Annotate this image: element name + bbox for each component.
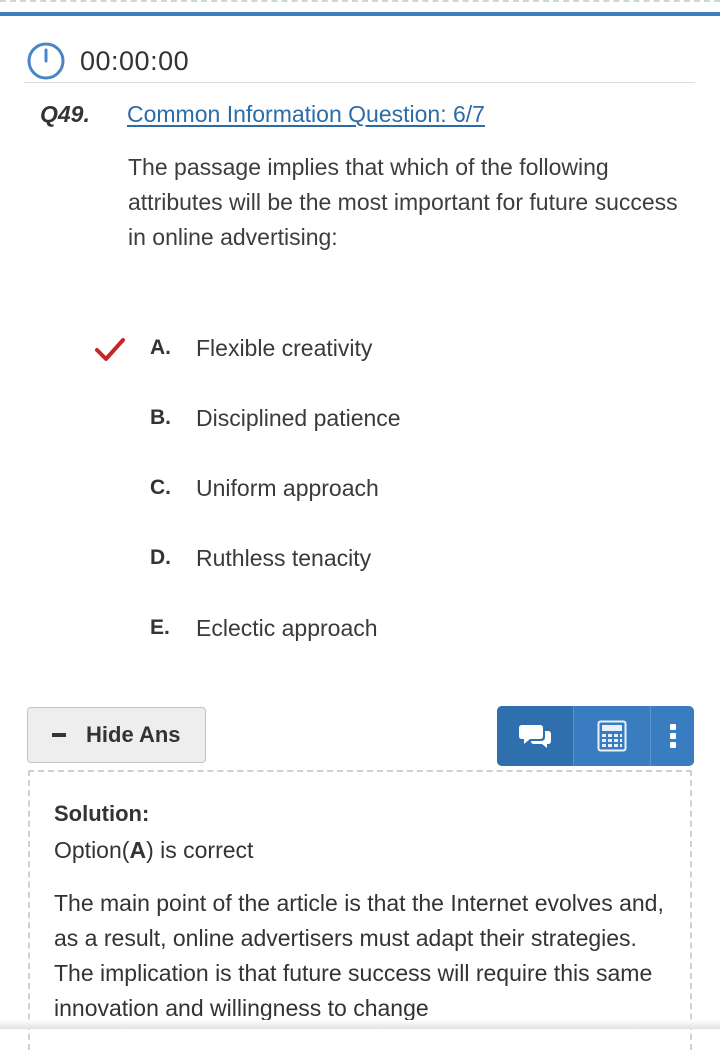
top-dashed-divider	[0, 0, 720, 2]
tool-bar	[497, 706, 694, 766]
solution-option-letter: A	[129, 837, 147, 863]
common-info-link[interactable]: Common Information Question: 6/7	[127, 101, 485, 128]
option-b[interactable]: B. Disciplined patience	[150, 398, 670, 438]
option-text: Ruthless tenacity	[196, 544, 372, 571]
option-letter: C.	[150, 476, 171, 499]
minus-icon	[52, 733, 66, 737]
more-vertical-icon	[669, 724, 676, 748]
option-letter: B.	[150, 406, 171, 429]
solution-option-suffix: ) is correct	[146, 837, 254, 863]
hide-answer-button[interactable]: Hide Ans	[27, 707, 206, 763]
option-letter: D.	[150, 546, 171, 569]
question-text: The passage implies that which of the fo…	[128, 154, 678, 250]
option-c[interactable]: C. Uniform approach	[150, 468, 670, 508]
top-accent-bar	[0, 12, 720, 16]
timer-row: 00:00:00	[26, 40, 694, 82]
calculator-icon	[597, 720, 627, 752]
option-letter: E.	[150, 616, 170, 639]
discussion-button[interactable]	[497, 706, 574, 766]
bottom-shadow	[0, 1020, 720, 1029]
option-text: Eclectic approach	[196, 614, 378, 641]
option-text: Flexible creativity	[196, 334, 373, 361]
question-number: Q49.	[40, 101, 90, 127]
solution-title: Solution:	[54, 801, 150, 826]
timer-divider	[24, 82, 695, 83]
calculator-button[interactable]	[573, 706, 650, 766]
more-options-button[interactable]	[650, 706, 694, 766]
clock-icon	[27, 42, 65, 80]
hide-answer-label: Hide Ans	[86, 722, 181, 747]
option-text: Uniform approach	[196, 474, 379, 501]
option-letter: A.	[150, 336, 171, 359]
option-d[interactable]: D. Ruthless tenacity	[150, 538, 670, 578]
solution-option-prefix: Option(	[54, 837, 130, 863]
solution-correct-option: Option(A) is correct	[54, 837, 253, 864]
timer-value: 00:00:00	[80, 45, 190, 76]
option-a[interactable]: A. Flexible creativity	[150, 328, 670, 368]
chat-icon	[519, 725, 552, 748]
solution-explanation: The main point of the article is that th…	[54, 890, 664, 1021]
option-text: Disciplined patience	[196, 404, 401, 431]
option-e[interactable]: E. Eclectic approach	[150, 608, 670, 648]
check-icon	[95, 338, 125, 361]
